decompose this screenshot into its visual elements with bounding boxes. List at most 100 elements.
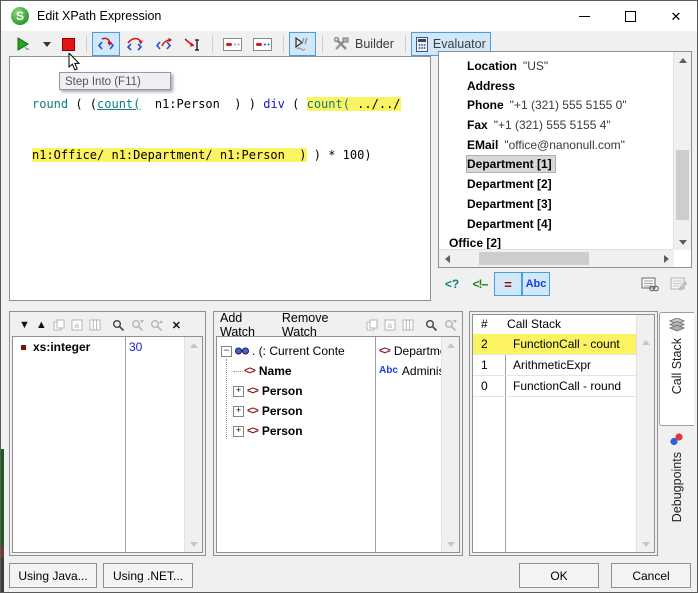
toolbar-separator — [405, 35, 406, 53]
start-debugging-button[interactable] — [11, 32, 37, 56]
toolbar-separator — [212, 35, 213, 53]
vertical-scrollbar[interactable] — [673, 52, 691, 250]
list-item[interactable]: Phone"+1 (321) 555 5155 0" — [439, 96, 674, 116]
sort-ascending-button[interactable]: ▲ — [36, 319, 47, 331]
edit-result-button[interactable] — [664, 272, 692, 296]
scroll-down-button[interactable] — [674, 234, 691, 250]
comment-toggle[interactable]: <!-- — [466, 272, 494, 296]
scroll-down-button[interactable] — [442, 536, 459, 552]
close-button[interactable]: ✕ — [653, 1, 698, 31]
code-token-highlighted: ../../ — [357, 97, 400, 111]
scroll-down-button[interactable] — [185, 536, 202, 552]
watch-tree: − . (: Current Conte <> Name + <> — [217, 337, 372, 535]
variables-list[interactable]: xs:integer 30 — [12, 336, 203, 553]
tree-item-current-context[interactable]: − . (: Current Conte — [217, 341, 372, 361]
using-java-button[interactable]: Using Java... — [9, 563, 97, 588]
list-item-selected[interactable]: Department [1] — [439, 155, 674, 175]
context-node-list[interactable]: Location"US" Address Phone"+1 (321) 555 … — [438, 51, 692, 268]
scroll-down-button[interactable] — [637, 536, 654, 552]
table-row[interactable]: xs:integer 30 — [13, 337, 185, 357]
list-item[interactable]: EMail"office@nanonull.com" — [439, 136, 674, 156]
find-button[interactable]: a — [384, 319, 396, 331]
expand-icon[interactable]: + — [233, 426, 244, 437]
text-values-toggle[interactable]: Abc — [522, 272, 550, 296]
step-into-button[interactable] — [92, 32, 120, 56]
scroll-up-button[interactable] — [185, 337, 202, 353]
expand-icon[interactable]: + — [233, 406, 244, 417]
variables-panel: ▼ ▲ a ✕ xs:integer 30 — [9, 311, 206, 556]
xml-declaration-toggle[interactable]: <? — [438, 272, 466, 296]
tab-debugpoints[interactable]: Debugpoints — [659, 430, 694, 552]
step-over-button[interactable] — [121, 32, 149, 56]
sort-descending-button[interactable]: ▼ — [19, 319, 30, 331]
column-splitter[interactable] — [375, 337, 376, 552]
table-row[interactable]: 1 ArithmeticExpr — [473, 355, 637, 376]
scroll-up-button[interactable] — [442, 337, 459, 353]
copy-button[interactable] — [53, 319, 65, 331]
list-item[interactable]: Department [4] — [439, 215, 674, 235]
clear-button[interactable]: ✕ — [172, 319, 181, 332]
watch-list[interactable]: − . (: Current Conte <> Name + <> — [216, 336, 460, 553]
ok-button[interactable]: OK — [519, 563, 599, 588]
remove-watch-button[interactable]: Remove Watch — [282, 311, 349, 339]
list-item[interactable]: Fax"+1 (321) 555 5155 4" — [439, 116, 674, 136]
tree-item-person[interactable]: + <> Person — [217, 421, 372, 441]
search-prev-button[interactable] — [150, 319, 163, 332]
background-window-sliver — [1, 449, 4, 546]
tree-item-person[interactable]: + <> Person — [217, 381, 372, 401]
expand-icon[interactable]: + — [233, 386, 244, 397]
start-debugging-dropdown[interactable] — [38, 32, 56, 56]
tree-item-person[interactable]: + <> Person — [217, 401, 372, 421]
scrollbar-thumb[interactable] — [676, 150, 689, 220]
link-to-source-button[interactable] — [636, 272, 664, 296]
copy-button[interactable] — [366, 319, 378, 331]
horizontal-scrollbar[interactable] — [439, 249, 674, 267]
evaluate-on-typing-button[interactable] — [289, 32, 316, 56]
attributes-toggle[interactable]: = — [494, 272, 522, 296]
table-row[interactable]: 0 FunctionCall - round — [473, 376, 637, 397]
column-header-number: # — [473, 317, 488, 331]
vertical-scrollbar[interactable] — [636, 315, 654, 552]
cancel-button[interactable]: Cancel — [611, 563, 691, 588]
list-item[interactable]: Location"US" — [439, 57, 674, 77]
list-item[interactable]: Department [2] — [439, 175, 674, 195]
find-button[interactable]: a — [71, 319, 83, 331]
scrollbar-thumb[interactable] — [479, 252, 589, 265]
table-row-selected[interactable]: 2 FunctionCall - count — [473, 334, 637, 355]
watch-value-row[interactable]: Abc Administration — [379, 361, 442, 381]
search-next-button[interactable] — [444, 319, 457, 332]
vertical-scrollbar[interactable] — [441, 337, 459, 552]
search-button[interactable] — [425, 319, 438, 332]
stop-icon — [62, 38, 75, 51]
scroll-up-button[interactable] — [637, 334, 654, 350]
code-token-link[interactable]: count( — [97, 97, 140, 111]
insert-tracepoint-button[interactable] — [248, 32, 277, 56]
stack-frame-name: ArithmeticExpr — [505, 355, 591, 375]
insert-breakpoint-button[interactable] — [218, 32, 247, 56]
column-splitter[interactable] — [125, 337, 126, 552]
search-next-icon — [444, 319, 457, 332]
scroll-left-button[interactable] — [439, 250, 455, 267]
search-next-button[interactable] — [131, 319, 144, 332]
vertical-scrollbar[interactable] — [184, 337, 202, 552]
list-item[interactable]: Address — [439, 77, 674, 97]
minimize-button[interactable] — [561, 1, 607, 31]
search-button[interactable] — [112, 319, 125, 332]
using-dotnet-button[interactable]: Using .NET... — [103, 563, 193, 588]
builder-button[interactable]: Builder — [328, 32, 399, 56]
maximize-button[interactable] — [607, 1, 653, 31]
columns-button[interactable] — [402, 319, 414, 331]
run-to-cursor-button[interactable] — [179, 32, 206, 56]
tab-call-stack[interactable]: Call Stack — [659, 312, 694, 426]
add-watch-button[interactable]: Add Watch — [220, 311, 268, 339]
collapse-icon[interactable]: − — [221, 346, 232, 357]
columns-button[interactable] — [89, 319, 101, 331]
scroll-up-button[interactable] — [674, 52, 691, 68]
step-out-button[interactable] — [150, 32, 178, 56]
list-item[interactable]: Department [3] — [439, 195, 674, 215]
callstack-list[interactable]: # Call Stack 2 FunctionCall - count 1 Ar… — [472, 314, 655, 553]
tree-item-name[interactable]: <> Name — [217, 361, 372, 381]
watch-value-row[interactable]: <> Department — [379, 341, 442, 361]
xpath-expression-editor[interactable]: round ( (count( n1:Person ) ) div ( coun… — [9, 56, 431, 301]
scroll-right-button[interactable] — [658, 250, 674, 267]
